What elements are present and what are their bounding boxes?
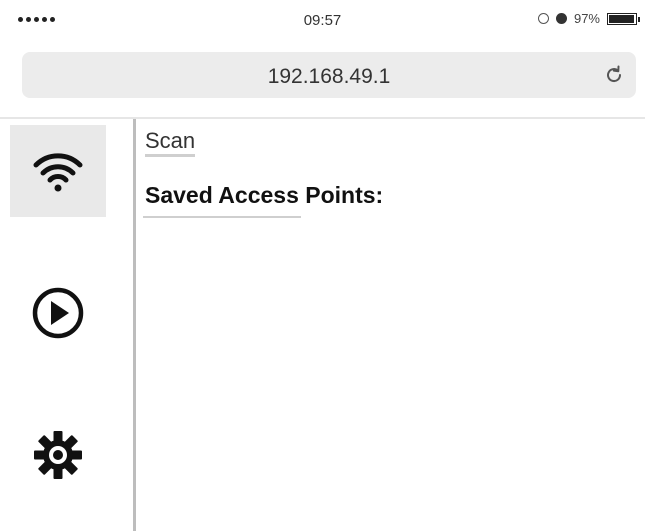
sidebar-item-play[interactable] <box>10 267 106 359</box>
sidebar-divider <box>133 119 136 531</box>
scan-link[interactable]: Scan <box>145 129 196 157</box>
battery-tip <box>638 16 640 22</box>
play-icon <box>32 287 84 339</box>
reload-icon[interactable] <box>602 63 626 87</box>
sidebar-item-settings[interactable] <box>10 409 106 501</box>
heading-underline <box>143 216 301 218</box>
battery-fill <box>609 14 634 23</box>
gear-icon <box>34 431 82 479</box>
status-bar: 09:57 97% <box>0 0 645 40</box>
saved-access-points-heading: Saved Access Points: <box>145 182 384 208</box>
sidebar-item-wifi[interactable] <box>10 125 106 217</box>
wifi-icon <box>33 153 83 192</box>
bluetooth-icon <box>555 13 567 24</box>
sidebar-nav <box>0 119 133 531</box>
url-text[interactable]: 192.168.49.1 <box>22 65 636 89</box>
battery-icon <box>607 12 640 25</box>
alarm-icon <box>537 13 549 24</box>
address-bar[interactable]: 192.168.49.1 <box>22 52 636 98</box>
status-indicators: 97% <box>537 11 640 26</box>
battery-percent: 97% <box>573 11 600 26</box>
